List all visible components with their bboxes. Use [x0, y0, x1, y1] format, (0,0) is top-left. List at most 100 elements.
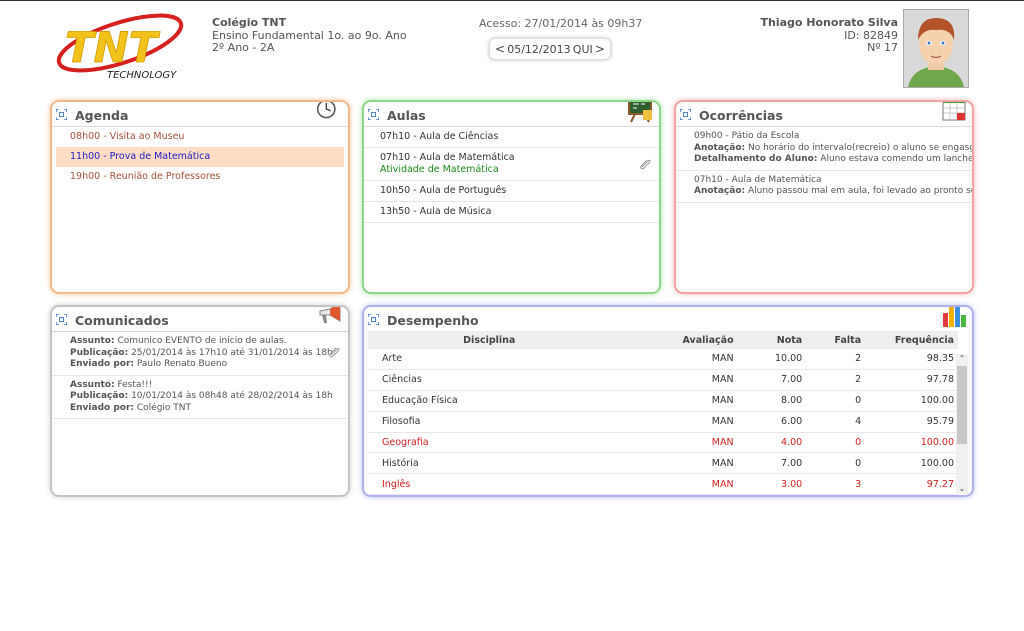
svg-text:TECHNOLOGY: TECHNOLOGY	[107, 70, 177, 81]
school-info: Colégio TNT Ensino Fundamental 1o. ao 9o…	[212, 16, 407, 55]
aulas-header: Aulas	[364, 102, 659, 127]
agenda-panel: Agenda 08h00 - Visita ao Museu 11h00 - P…	[50, 100, 350, 294]
aula-label: 07h10 - Aula de Matemática	[380, 152, 515, 163]
comunicados-panel: Comunicados Assunto: Comunico EVENTO de …	[50, 305, 350, 497]
desempenho-header: Desempenho	[364, 307, 972, 331]
desempenho-title: Desempenho	[387, 313, 479, 328]
date-navigator: < 05/12/2013 QUI >	[489, 38, 611, 60]
aula-item[interactable]: 07h10 - Aula de Matemática Atividade de …	[364, 148, 659, 181]
agenda-title: Agenda	[75, 108, 129, 123]
cell-nota: 10.00	[733, 349, 803, 370]
user-name: Thiago Honorato Silva	[760, 16, 899, 29]
expand-icon[interactable]	[56, 109, 67, 120]
table-row[interactable]: Educação Física MAN 8.00 0 100.00	[368, 390, 958, 412]
aulas-panel: Aulas 07h10 - Aula de Ciências 07h10 - A…	[362, 100, 661, 294]
cell-avaliacao: MAN	[596, 369, 734, 391]
ocorrencia-item[interactable]: 07h10 - Aula de Matemática Anotação: Alu…	[676, 171, 972, 203]
cell-nota: 4.00	[733, 432, 803, 454]
col-frequencia[interactable]: Frequência	[861, 331, 958, 349]
detail-label: Detalhamento do Aluno:	[694, 154, 818, 164]
cell-frequencia: 95.79	[861, 411, 958, 433]
col-disciplina[interactable]: Disciplina	[368, 331, 597, 349]
publication-text: 25/01/2014 às 17h10 até 31/01/2014 às 18…	[128, 347, 333, 358]
scroll-down-icon[interactable]: ⌄	[956, 484, 968, 494]
next-date-button[interactable]: >	[595, 42, 605, 56]
comunicados-header: Comunicados	[52, 307, 348, 332]
aula-item[interactable]: 07h10 - Aula de Ciências	[364, 127, 659, 148]
cell-frequencia: 97.27	[861, 473, 958, 495]
annotation-text: No horário do intervalo(recreio) o aluno…	[745, 142, 974, 153]
col-falta[interactable]: Falta	[802, 331, 862, 349]
aula-item[interactable]: 13h50 - Aula de Música	[364, 202, 659, 223]
cell-disciplina: História	[368, 452, 597, 475]
sender-text: Paulo Renato Bueno	[134, 359, 228, 369]
megaphone-icon	[319, 307, 341, 323]
agenda-item[interactable]: 08h00 - Visita ao Museu	[52, 127, 348, 147]
table-row[interactable]: Ciências MAN 7.00 2 97.78	[368, 369, 958, 391]
table-row[interactable]: História MAN 7.00 0 100.00	[368, 452, 958, 475]
cell-avaliacao: MAN	[596, 432, 734, 454]
aula-item[interactable]: 10h50 - Aula de Português	[364, 181, 659, 202]
cell-frequencia: 97.78	[861, 369, 958, 391]
prev-date-button[interactable]: <	[495, 42, 505, 56]
table-row[interactable]: Filosofia MAN 6.00 4 95.79	[368, 411, 958, 433]
sender-text: Colégio TNT	[134, 402, 192, 413]
paperclip-icon[interactable]	[328, 346, 340, 358]
cell-falta: 0	[802, 390, 862, 412]
annotation-label: Anotação:	[694, 142, 746, 153]
sender-label: Enviado por:	[70, 359, 135, 369]
cell-disciplina: Inglês	[368, 473, 597, 495]
detail-text: Aluno estava comendo um lanche que t	[820, 154, 974, 164]
col-nota[interactable]: Nota	[733, 331, 803, 349]
cell-falta: 4	[802, 411, 862, 433]
tnt-logo[interactable]: TNT TECHNOLOGY	[55, 10, 190, 85]
expand-icon[interactable]	[368, 314, 379, 325]
cell-avaliacao: MAN	[596, 411, 734, 433]
expand-icon[interactable]	[56, 314, 67, 325]
scroll-up-icon[interactable]: ⌃	[956, 354, 968, 364]
aula-activity[interactable]: Atividade de Matemática	[380, 164, 643, 176]
school-name: Colégio TNT	[212, 16, 287, 29]
user-info: Thiago Honorato Silva ID: 82849 Nº 17	[760, 16, 899, 55]
cell-disciplina: Filosofia	[368, 411, 597, 433]
expand-icon[interactable]	[680, 109, 691, 120]
col-avaliacao[interactable]: Avaliação	[596, 331, 734, 349]
cell-nota: 7.00	[733, 369, 803, 391]
aula-label: 07h10 - Aula de Ciências	[380, 131, 499, 142]
cell-nota: 6.00	[733, 411, 803, 433]
ocorrencias-panel: Ocorrências 09h00 - Pátio da Escola Anot…	[674, 100, 974, 294]
cell-frequencia: 100.00	[861, 390, 958, 412]
table-row[interactable]: Geografia MAN 4.00 0 100.00	[368, 432, 958, 454]
aulas-title: Aulas	[387, 108, 426, 123]
cell-falta: 2	[802, 369, 862, 391]
current-weekday: QUI	[572, 42, 593, 56]
comunicado-item[interactable]: Assunto: Comunico EVENTO de início de au…	[52, 332, 348, 376]
ocorrencia-item[interactable]: 09h00 - Pátio da Escola Anotação: No hor…	[676, 127, 972, 171]
scrollbar-thumb[interactable]	[957, 366, 967, 444]
desempenho-panel: Desempenho Disciplina Avaliação Nota Fal…	[362, 305, 974, 497]
cell-disciplina: Educação Física	[368, 390, 597, 412]
agenda-item[interactable]: 11h00 - Prova de Matemática	[56, 147, 344, 167]
table-row[interactable]: Arte MAN 10.00 2 98.35	[368, 349, 958, 370]
table-scrollbar[interactable]: ⌃ ⌄	[956, 354, 968, 494]
agenda-header: Agenda	[52, 102, 348, 127]
cell-falta: 0	[802, 432, 862, 454]
cell-disciplina: Ciências	[368, 369, 597, 391]
current-date[interactable]: 05/12/2013	[507, 43, 570, 56]
comunicado-item[interactable]: Assunto: Festa!!! Publicação: 10/01/2014…	[52, 376, 348, 419]
subject-label: Assunto:	[70, 336, 115, 346]
cell-disciplina: Arte	[368, 349, 597, 370]
top-border	[0, 0, 1024, 1]
table-header-row: Disciplina Avaliação Nota Falta Frequênc…	[368, 331, 958, 349]
avatar[interactable]	[903, 9, 969, 88]
annotation-label: Anotação:	[694, 186, 746, 196]
subject-text: Comunico EVENTO de início de aulas.	[114, 336, 287, 346]
cell-avaliacao: MAN	[596, 473, 734, 495]
expand-icon[interactable]	[368, 109, 379, 120]
table-row[interactable]: Inglês MAN 3.00 3 97.27	[368, 473, 958, 495]
agenda-item[interactable]: 19h00 - Reunião de Professores	[52, 167, 348, 187]
cell-nota: 8.00	[733, 390, 803, 412]
cell-frequencia: 98.35	[861, 349, 958, 370]
paperclip-icon[interactable]	[639, 158, 651, 170]
cell-disciplina: Geografia	[368, 432, 597, 454]
